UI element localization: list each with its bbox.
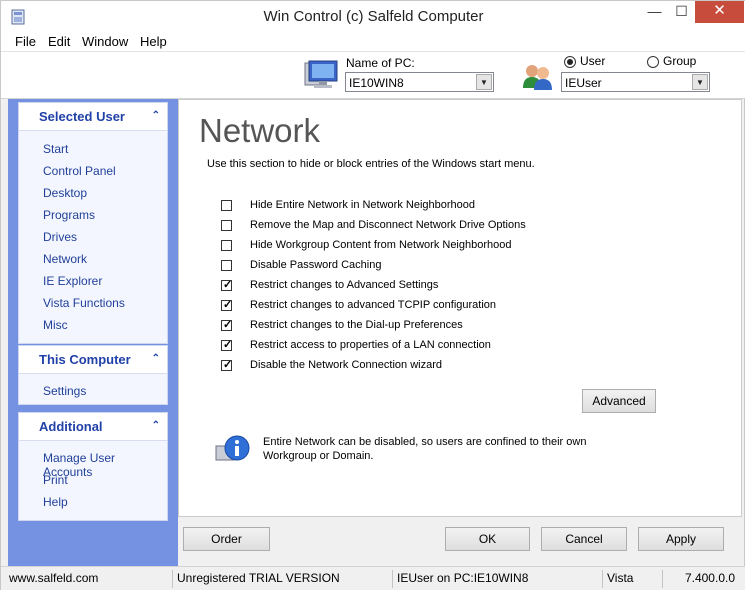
panel-title: Additional xyxy=(39,419,103,434)
apply-button[interactable]: Apply xyxy=(638,527,724,551)
menu-file[interactable]: File xyxy=(15,34,36,49)
user-combo[interactable]: IEUser ▼ xyxy=(561,72,710,92)
option-label: Disable Password Caching xyxy=(250,259,382,271)
sidebar-item-programs[interactable]: Programs xyxy=(43,208,95,222)
option-checkbox[interactable] xyxy=(221,318,232,331)
sidebar-item-desktop[interactable]: Desktop xyxy=(43,186,87,200)
pc-name-label: Name of PC: xyxy=(346,56,415,70)
option-checkbox[interactable] xyxy=(221,358,232,371)
cancel-button[interactable]: Cancel xyxy=(541,527,627,551)
sidebar-item-settings[interactable]: Settings xyxy=(43,384,86,398)
title-bar[interactable]: Win Control (c) Salfeld Computer — ☐ ✕ xyxy=(1,1,745,32)
button-bar: Order OK Cancel Apply xyxy=(178,518,742,566)
option-label: Disable the Network Connection wizard xyxy=(250,359,442,371)
collapse-icon[interactable]: ⌃ xyxy=(152,353,160,364)
status-os: Vista xyxy=(603,570,663,588)
intro-text: Use this section to hide or block entrie… xyxy=(207,158,535,170)
option-checkbox[interactable] xyxy=(221,298,232,311)
content-panel: Network Use this section to hide or bloc… xyxy=(178,99,742,517)
sidebar: Selected User ⌃ Start Control Panel Desk… xyxy=(8,99,178,566)
option-label: Restrict changes to the Dial-up Preferen… xyxy=(250,319,463,331)
panel-this-computer: This Computer ⌃ Settings xyxy=(18,345,168,405)
info-line: Workgroup or Domain. xyxy=(263,450,374,462)
info-text: Entire Network can be disabled, so users… xyxy=(263,435,623,463)
option-checkbox[interactable] xyxy=(221,278,232,291)
collapse-icon[interactable]: ⌃ xyxy=(152,420,160,431)
chevron-down-icon[interactable]: ▼ xyxy=(692,74,708,90)
option-checkbox[interactable] xyxy=(221,240,232,251)
menu-edit[interactable]: Edit xyxy=(48,34,70,49)
option-checkbox[interactable] xyxy=(221,220,232,231)
sidebar-item-misc[interactable]: Misc xyxy=(43,318,68,332)
toolbar: Name of PC: IE10WIN8 ▼ User Group IEUser… xyxy=(1,52,745,99)
status-version: 7.400.0.0 xyxy=(684,571,735,585)
status-website: www.salfeld.com xyxy=(5,570,173,588)
panel-header[interactable]: Selected User ⌃ xyxy=(19,103,167,131)
menu-help[interactable]: Help xyxy=(140,34,167,49)
window-title: Win Control (c) Salfeld Computer xyxy=(263,8,484,25)
ok-button[interactable]: OK xyxy=(445,527,530,551)
panel-additional: Additional ⌃ Manage User Accounts Print … xyxy=(18,412,168,521)
sidebar-item-ie-explorer[interactable]: IE Explorer xyxy=(43,274,102,288)
status-license: Unregistered TRIAL VERSION xyxy=(173,570,393,588)
computer-icon xyxy=(304,60,338,88)
option-label: Restrict access to properties of a LAN c… xyxy=(250,339,491,351)
sidebar-item-vista-functions[interactable]: Vista Functions xyxy=(43,296,125,310)
group-radio-label: Group xyxy=(663,54,697,68)
option-label: Hide Entire Network in Network Neighborh… xyxy=(250,199,475,211)
user-value: IEUser xyxy=(565,76,602,90)
sidebar-item-network[interactable]: Network xyxy=(43,252,87,266)
option-label: Restrict changes to Advanced Settings xyxy=(250,279,439,291)
option-checkbox[interactable] xyxy=(221,260,232,271)
option-checkbox[interactable] xyxy=(221,200,232,211)
advanced-button[interactable]: Advanced xyxy=(582,389,656,413)
sidebar-item-control-panel[interactable]: Control Panel xyxy=(43,164,116,178)
users-icon xyxy=(523,65,552,90)
panel-title: This Computer xyxy=(39,352,131,367)
user-radio-label: User xyxy=(580,54,606,68)
panel-title: Selected User xyxy=(39,109,125,124)
sidebar-item-start[interactable]: Start xyxy=(43,142,68,156)
order-button[interactable]: Order xyxy=(183,527,270,551)
chevron-down-icon[interactable]: ▼ xyxy=(476,74,492,90)
panel-header[interactable]: Additional ⌃ xyxy=(19,413,167,441)
app-window: Win Control (c) Salfeld Computer — ☐ ✕ F… xyxy=(0,0,745,590)
sidebar-item-drives[interactable]: Drives xyxy=(43,230,77,244)
minimize-button[interactable]: — xyxy=(641,1,668,23)
collapse-icon[interactable]: ⌃ xyxy=(152,110,160,121)
sidebar-item-help[interactable]: Help xyxy=(43,495,68,509)
status-session: IEUser on PC:IE10WIN8 xyxy=(393,570,603,588)
user-radio[interactable] xyxy=(564,56,576,68)
status-bar: www.salfeld.com Unregistered TRIAL VERSI… xyxy=(1,566,745,590)
panel-header[interactable]: This Computer ⌃ xyxy=(19,346,167,374)
close-button[interactable]: ✕ xyxy=(695,1,744,23)
pc-name-value: IE10WIN8 xyxy=(349,76,404,90)
menu-window[interactable]: Window xyxy=(82,34,128,49)
info-line: Entire Network can be disabled, so users… xyxy=(263,436,587,448)
pc-name-combo[interactable]: IE10WIN8 ▼ xyxy=(345,72,494,92)
page-title: Network xyxy=(199,112,321,149)
option-label: Restrict changes to advanced TCPIP confi… xyxy=(250,299,497,311)
group-radio[interactable] xyxy=(647,56,659,68)
sidebar-item-print[interactable]: Print xyxy=(43,473,68,487)
option-checkbox[interactable] xyxy=(221,338,232,351)
panel-selected-user: Selected User ⌃ Start Control Panel Desk… xyxy=(18,102,168,344)
option-label: Hide Workgroup Content from Network Neig… xyxy=(250,239,512,251)
option-label: Remove the Map and Disconnect Network Dr… xyxy=(250,219,526,231)
info-icon xyxy=(215,435,250,461)
maximize-button[interactable]: ☐ xyxy=(668,1,695,23)
menu-bar: File Edit Window Help xyxy=(1,32,745,52)
